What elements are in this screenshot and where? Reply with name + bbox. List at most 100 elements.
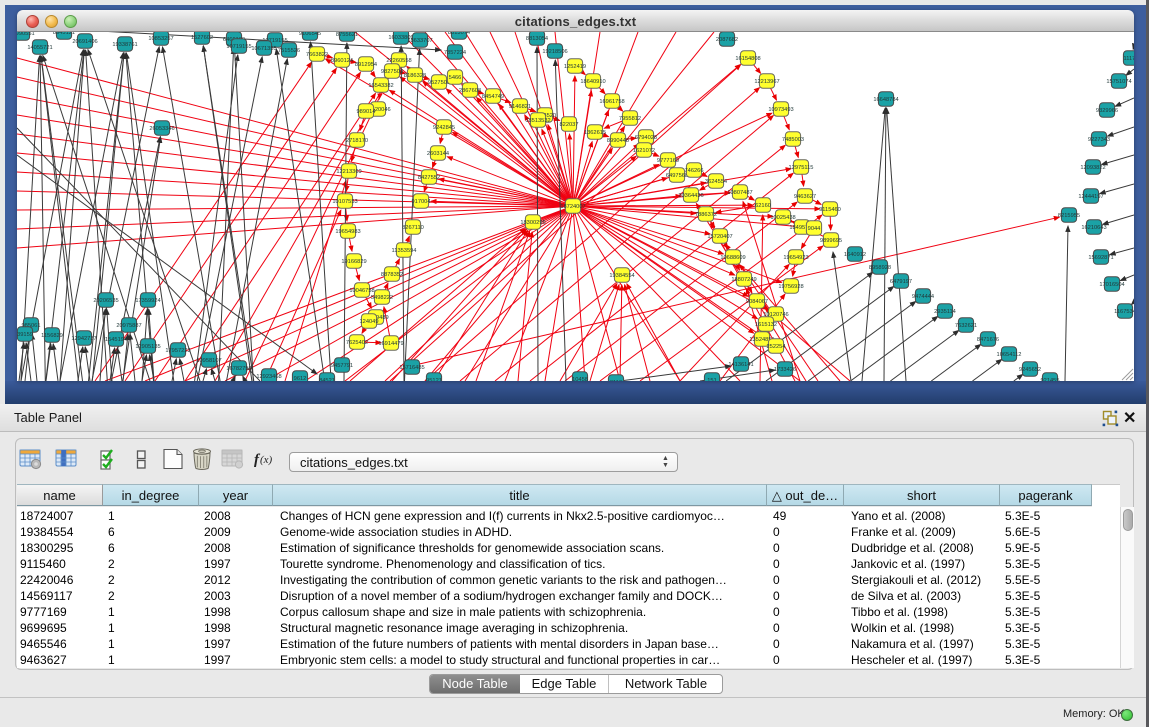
svg-text:8186328: 8186328 [404, 73, 426, 79]
svg-text:1252419: 1252419 [564, 64, 586, 70]
svg-text:16648784: 16648784 [873, 97, 898, 103]
svg-text:9463627: 9463627 [794, 194, 816, 200]
svg-text:7663822: 7663822 [306, 52, 328, 58]
svg-text:19756928: 19756928 [778, 284, 803, 290]
svg-text:9115460: 9115460 [819, 207, 841, 213]
svg-text:18640910: 18640910 [580, 79, 605, 85]
svg-text:21990551: 21990551 [17, 32, 35, 37]
svg-text:20691406: 20691406 [72, 39, 97, 45]
svg-text:8878352: 8878352 [381, 272, 403, 278]
svg-text:12213369: 12213369 [336, 169, 361, 175]
svg-text:2867608: 2867608 [459, 88, 481, 94]
svg-text:18724007: 18724007 [560, 204, 585, 210]
svg-text:8427552: 8427552 [418, 175, 440, 181]
svg-text:8958928: 8958928 [869, 265, 891, 271]
svg-text:12905135: 12905135 [135, 344, 160, 350]
svg-text:19218506: 19218506 [542, 49, 567, 55]
svg-text:84521: 84521 [319, 378, 335, 381]
svg-text:15692871: 15692871 [1088, 255, 1113, 261]
svg-text:8990448: 8990448 [607, 138, 629, 144]
svg-text:16914479: 16914479 [378, 341, 403, 347]
svg-text:5466: 5466 [449, 75, 462, 81]
svg-text:9044: 9044 [808, 226, 821, 232]
svg-text:8960124: 8960124 [331, 58, 353, 64]
svg-text:20364436: 20364436 [678, 193, 703, 199]
svg-text:2935114: 2935114 [934, 309, 956, 315]
svg-text:62160: 62160 [755, 203, 771, 209]
svg-text:16782759: 16782759 [226, 366, 251, 372]
svg-text:1527602: 1527602 [191, 35, 213, 41]
svg-text:19166829: 19166829 [341, 259, 366, 265]
svg-text:7955812: 7955812 [619, 116, 641, 122]
svg-text:10807487: 10807487 [727, 190, 752, 196]
svg-text:10046758: 10046758 [349, 288, 374, 294]
svg-text:7625402: 7625402 [346, 340, 368, 346]
svg-text:15751074: 15751074 [1106, 79, 1131, 85]
svg-text:9612: 9612 [294, 376, 307, 381]
svg-text:18807249: 18807249 [731, 277, 756, 283]
svg-text:1362615: 1362615 [584, 130, 606, 136]
svg-text:7632621: 7632621 [955, 323, 977, 329]
svg-text:9146821: 9146821 [509, 104, 531, 110]
svg-text:5498222: 5498222 [371, 295, 393, 301]
svg-text:10107553: 10107553 [332, 199, 357, 205]
svg-text:921455: 921455 [1041, 378, 1060, 381]
svg-text:10025438: 10025438 [770, 215, 795, 221]
svg-text:16543382: 16543382 [368, 83, 393, 89]
svg-text:1621072: 1621072 [633, 148, 655, 154]
svg-text:12923468: 12923468 [256, 374, 281, 380]
svg-text:11353594: 11353594 [392, 248, 417, 254]
svg-text:8755621: 8755621 [336, 32, 358, 38]
svg-text:12213967: 12213967 [754, 79, 779, 85]
svg-text:8215955: 8215955 [1058, 213, 1080, 219]
svg-text:8912954: 8912954 [355, 62, 377, 68]
svg-text:8454749: 8454749 [482, 94, 504, 100]
svg-text:917004: 917004 [412, 199, 431, 205]
svg-text:8267110: 8267110 [402, 225, 424, 231]
svg-text:17359924: 17359924 [135, 298, 160, 304]
svg-text:9106545: 9106545 [299, 32, 321, 37]
svg-text:9777169: 9777169 [657, 158, 679, 164]
svg-text:17957223: 17957223 [165, 348, 190, 354]
svg-text:16154808: 16154808 [735, 56, 760, 62]
svg-text:10458: 10458 [572, 377, 588, 381]
svg-text:16210643: 16210643 [1081, 225, 1106, 231]
svg-text:95121: 95121 [426, 378, 442, 381]
svg-text:7857224: 7857224 [444, 50, 466, 56]
svg-text:10973493: 10973493 [768, 107, 793, 113]
svg-text:12093822: 12093822 [1080, 165, 1105, 171]
svg-text:7886372: 7886372 [695, 212, 717, 218]
svg-text:9527508: 9527508 [428, 80, 450, 86]
svg-text:17016504: 17016504 [1099, 282, 1124, 288]
svg-text:2603144: 2603144 [427, 151, 449, 157]
svg-text:12975115: 12975115 [789, 165, 814, 171]
svg-text:8945121: 8945121 [53, 32, 75, 36]
svg-text:124049: 124049 [360, 319, 379, 325]
svg-text:151: 151 [707, 378, 717, 381]
svg-text:8112: 8112 [610, 380, 622, 381]
svg-text:2718170: 2718170 [346, 138, 368, 144]
svg-text:1167534: 1167534 [1114, 309, 1134, 315]
svg-text:12942737: 12942737 [71, 336, 96, 342]
svg-text:16961758: 16961758 [599, 99, 624, 105]
svg-text:19654983: 19654983 [335, 229, 360, 235]
svg-text:10688609: 10688609 [720, 255, 745, 261]
svg-text:18300295: 18300295 [520, 220, 545, 226]
svg-text:19338761: 19338761 [112, 42, 137, 48]
svg-text:10958107: 10958107 [196, 358, 221, 364]
svg-text:9227343: 9227343 [1088, 137, 1110, 143]
svg-text:9827503: 9827503 [381, 69, 403, 75]
svg-text:11173: 11173 [1124, 56, 1134, 62]
svg-text:2087682: 2087682 [716, 37, 738, 43]
svg-text:19654923: 19654923 [783, 255, 808, 261]
svg-text:9474444: 9474444 [912, 294, 934, 300]
svg-text:746266: 746266 [685, 168, 704, 174]
svg-text:6794028: 6794028 [635, 135, 657, 141]
svg-text:(x): (x) [260, 454, 273, 466]
svg-text:15720407: 15720407 [707, 234, 732, 240]
svg-text:252254: 252254 [767, 344, 786, 350]
svg-text:10853257: 10853257 [148, 36, 173, 42]
svg-text:20206535: 20206535 [93, 298, 118, 304]
svg-text:1640912: 1640912 [844, 252, 866, 258]
svg-text:9899695: 9899695 [820, 238, 842, 244]
